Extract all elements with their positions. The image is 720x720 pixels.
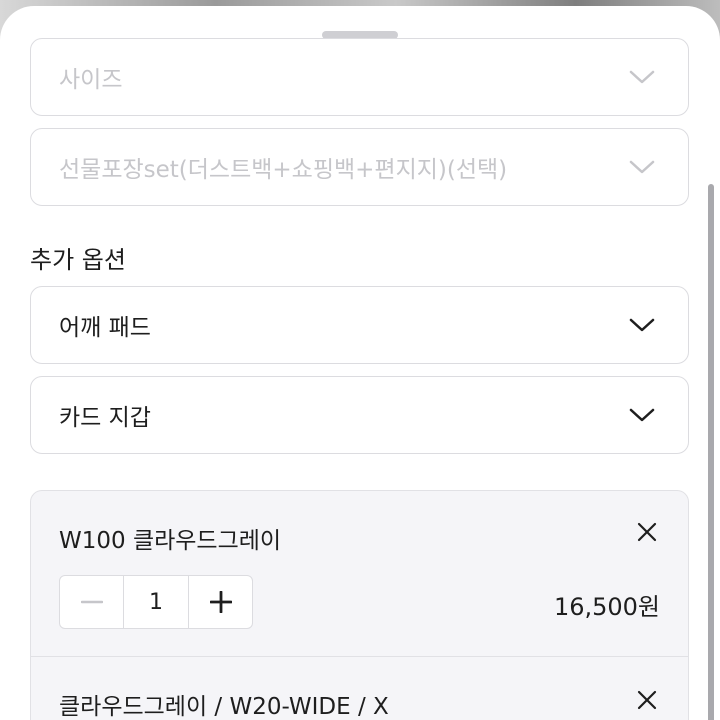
shoulder-pad-select[interactable]: 어깨 패드 — [30, 286, 689, 364]
chevron-down-icon — [628, 69, 656, 85]
selected-option-card: 클라우드그레이 / W20-WIDE / X — [30, 656, 689, 720]
shoulder-pad-select-label: 어깨 패드 — [59, 315, 151, 341]
increase-quantity-button[interactable] — [188, 576, 252, 628]
quantity-value[interactable]: 1 — [124, 576, 188, 628]
card-wallet-select-label: 카드 지갑 — [59, 405, 151, 431]
option-bottom-sheet: 사이즈 선물포장set(더스트백+쇼핑백+편지지)(선택) 추가 옵션 어깨 패… — [0, 6, 720, 720]
chevron-down-icon — [628, 159, 656, 175]
close-icon[interactable] — [636, 689, 658, 711]
gift-wrap-select-label: 선물포장set(더스트백+쇼핑백+편지지)(선택) — [59, 157, 508, 183]
option-price: 16,500원 — [553, 593, 660, 621]
plus-icon — [209, 591, 232, 613]
chevron-down-icon — [628, 317, 656, 333]
additional-options-title: 추가 옵션 — [30, 246, 126, 274]
minus-icon — [80, 600, 103, 604]
card-wallet-select[interactable]: 카드 지갑 — [30, 376, 689, 454]
size-select[interactable]: 사이즈 — [30, 38, 689, 116]
decrease-quantity-button[interactable] — [60, 576, 124, 628]
gift-wrap-select[interactable]: 선물포장set(더스트백+쇼핑백+편지지)(선택) — [30, 128, 689, 206]
selected-option-name: W100 클라우드그레이 — [59, 528, 282, 554]
scrollbar[interactable] — [708, 184, 714, 720]
selected-option-name: 클라우드그레이 / W20-WIDE / X — [59, 694, 389, 720]
selected-option-card: W100 클라우드그레이 1 16,500원 — [30, 490, 689, 658]
chevron-down-icon — [628, 407, 656, 423]
quantity-stepper: 1 — [59, 575, 253, 629]
size-select-label: 사이즈 — [59, 67, 123, 93]
close-icon[interactable] — [636, 521, 658, 543]
